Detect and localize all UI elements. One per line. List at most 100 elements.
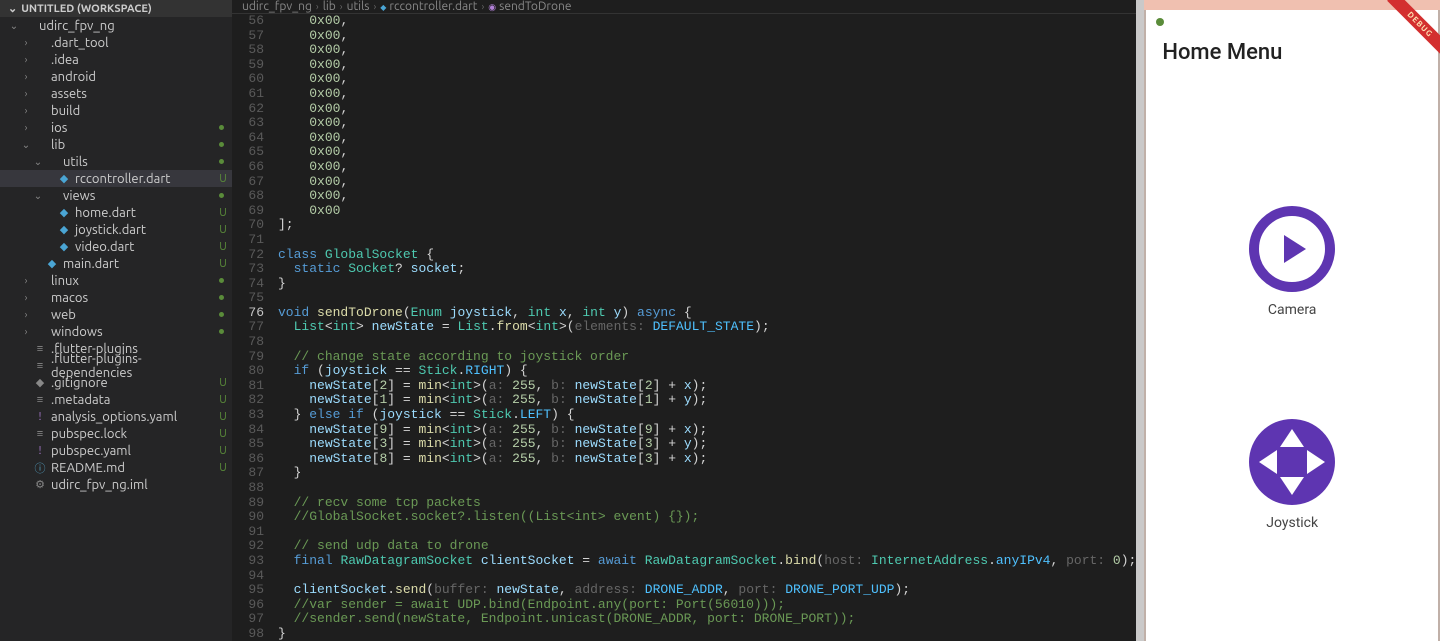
tree-item-analysis-options-yaml[interactable]: !analysis_options.yamlU — [0, 408, 232, 425]
chevron-icon: › — [20, 275, 32, 286]
code-line[interactable]: 0x00, — [278, 72, 1136, 87]
code-line[interactable]: newState[8] = min<int>(a: 255, b: newSta… — [278, 452, 1136, 467]
chevron-icon: › — [20, 122, 32, 133]
code-line[interactable]: 0x00, — [278, 29, 1136, 44]
code-line[interactable]: // send udp data to drone — [278, 539, 1136, 554]
tree-item-video-dart[interactable]: ◆video.dartU — [0, 238, 232, 255]
tree-item--idea[interactable]: ›.idea — [0, 51, 232, 68]
line-number: 75 — [232, 291, 264, 306]
tree-item-udirc-fpv-ng[interactable]: ⌄udirc_fpv_ng — [0, 17, 232, 34]
code-line[interactable]: // recv some tcp packets — [278, 496, 1136, 511]
code-editor[interactable]: 5657585960616263646566676869707172737475… — [232, 14, 1136, 641]
code-line[interactable]: newState[1] = min<int>(a: 255, b: newSta… — [278, 393, 1136, 408]
code-line[interactable]: } else if (joystick == Stick.LEFT) { — [278, 408, 1136, 423]
code-line[interactable] — [278, 525, 1136, 540]
tree-item-label: pubspec.yaml — [51, 444, 214, 458]
tree-item-utils[interactable]: ⌄utils — [0, 153, 232, 170]
code-line[interactable]: //GlobalSocket.socket?.listen((List<int>… — [278, 510, 1136, 525]
code-line[interactable]: 0x00, — [278, 175, 1136, 190]
code-line[interactable]: 0x00, — [278, 189, 1136, 204]
tree-item-readme-md[interactable]: ⓘREADME.mdU — [0, 459, 232, 476]
code-line[interactable]: 0x00, — [278, 116, 1136, 131]
breadcrumb-segment[interactable]: udirc_fpv_ng — [242, 0, 312, 13]
code-line[interactable]: void sendToDrone(Enum joystick, int x, i… — [278, 306, 1136, 321]
code-line[interactable]: 0x00, — [278, 43, 1136, 58]
tree-item-build[interactable]: ›build — [0, 102, 232, 119]
code-line[interactable]: 0x00, — [278, 160, 1136, 175]
code-line[interactable]: final RawDatagramSocket clientSocket = a… — [278, 554, 1136, 569]
tree-item-macos[interactable]: ›macos — [0, 289, 232, 306]
phone-content: Camera Joystick — [1146, 75, 1438, 641]
code-line[interactable]: static Socket? socket; — [278, 262, 1136, 277]
code-line[interactable]: if (joystick == Stick.RIGHT) { — [278, 364, 1136, 379]
breadcrumb-segment[interactable]: sendToDrone — [488, 0, 571, 13]
tree-item-pubspec-lock[interactable]: ≡pubspec.lockU — [0, 425, 232, 442]
code-content[interactable]: 0x00, 0x00, 0x00, 0x00, 0x00, 0x00, 0x00… — [278, 14, 1136, 641]
code-line[interactable] — [278, 291, 1136, 306]
code-line[interactable]: } — [278, 627, 1136, 641]
code-line[interactable]: ]; — [278, 218, 1136, 233]
code-line[interactable]: 0x00, — [278, 145, 1136, 160]
breadcrumb-segment[interactable]: utils — [347, 0, 370, 13]
chevron-icon: › — [20, 309, 32, 320]
tree-item-label: main.dart — [63, 257, 214, 271]
code-line[interactable]: List<int> newState = List.from<int>(elem… — [278, 320, 1136, 335]
tree-item--dart-tool[interactable]: ›.dart_tool — [0, 34, 232, 51]
code-line[interactable]: 0x00, — [278, 58, 1136, 73]
tree-item-views[interactable]: ⌄views — [0, 187, 232, 204]
code-line[interactable]: } — [278, 466, 1136, 481]
tree-item-label: joystick.dart — [75, 223, 214, 237]
camera-button[interactable]: Camera — [1249, 206, 1335, 318]
git-status: U — [214, 207, 232, 219]
tree-item-linux[interactable]: ›linux — [0, 272, 232, 289]
tree-item-android[interactable]: ›android — [0, 68, 232, 85]
tree-item--metadata[interactable]: ≡.metadataU — [0, 391, 232, 408]
code-line[interactable]: //sender.send(newState, Endpoint.unicast… — [278, 612, 1136, 627]
file-icon: ⓘ — [32, 460, 48, 476]
code-line[interactable]: clientSocket.send(buffer: newState, addr… — [278, 583, 1136, 598]
line-number: 95 — [232, 583, 264, 598]
code-line[interactable] — [278, 335, 1136, 350]
code-line[interactable]: 0x00 — [278, 204, 1136, 219]
tree-item-label: .metadata — [51, 393, 214, 407]
file-icon: ⚙ — [32, 478, 48, 491]
joystick-button[interactable]: Joystick — [1249, 419, 1335, 531]
line-number: 81 — [232, 379, 264, 394]
code-line[interactable]: //var sender = await UDP.bind(Endpoint.a… — [278, 598, 1136, 613]
code-line[interactable]: 0x00, — [278, 131, 1136, 146]
tree-item-main-dart[interactable]: ◆main.dartU — [0, 255, 232, 272]
tree-item-lib[interactable]: ⌄lib — [0, 136, 232, 153]
code-line[interactable]: newState[3] = min<int>(a: 255, b: newSta… — [278, 437, 1136, 452]
code-line[interactable]: 0x00, — [278, 14, 1136, 29]
play-icon — [1249, 206, 1335, 292]
tree-item-label: assets — [51, 87, 214, 101]
code-line[interactable]: } — [278, 277, 1136, 292]
tree-item-web[interactable]: ›web — [0, 306, 232, 323]
tree-item-assets[interactable]: ›assets — [0, 85, 232, 102]
tree-item--gitignore[interactable]: ◆.gitignoreU — [0, 374, 232, 391]
code-line[interactable]: 0x00, — [278, 102, 1136, 117]
code-line[interactable]: 0x00, — [278, 87, 1136, 102]
code-line[interactable]: // change state according to joystick or… — [278, 350, 1136, 365]
code-line[interactable]: newState[2] = min<int>(a: 255, b: newSta… — [278, 379, 1136, 394]
code-line[interactable] — [278, 233, 1136, 248]
breadcrumb-segment[interactable]: lib — [323, 0, 336, 13]
tree-item-pubspec-yaml[interactable]: !pubspec.yamlU — [0, 442, 232, 459]
tree-item-windows[interactable]: ›windows — [0, 323, 232, 340]
breadcrumb-segment[interactable]: rccontroller.dart — [380, 0, 477, 13]
tree-item-home-dart[interactable]: ◆home.dartU — [0, 204, 232, 221]
code-line[interactable] — [278, 481, 1136, 496]
tree-item-udirc-fpv-ng-iml[interactable]: ⚙udirc_fpv_ng.iml — [0, 476, 232, 493]
tree-item-ios[interactable]: ›ios — [0, 119, 232, 136]
line-number: 60 — [232, 72, 264, 87]
workspace-title[interactable]: ⌄ UNTITLED (WORKSPACE) — [0, 0, 232, 17]
code-line[interactable]: newState[9] = min<int>(a: 255, b: newSta… — [278, 423, 1136, 438]
code-line[interactable]: class GlobalSocket { — [278, 248, 1136, 263]
breadcrumb-separator: › — [340, 1, 343, 12]
code-line[interactable] — [278, 569, 1136, 584]
tree-item-joystick-dart[interactable]: ◆joystick.dartU — [0, 221, 232, 238]
tree-item--flutter-plugins-dependencies[interactable]: ≡.flutter-plugins-dependencies — [0, 357, 232, 374]
tree-item-rccontroller-dart[interactable]: ◆rccontroller.dartU — [0, 170, 232, 187]
line-number: 74 — [232, 277, 264, 292]
breadcrumb[interactable]: udirc_fpv_ng›lib›utils›rccontroller.dart… — [232, 0, 1136, 14]
